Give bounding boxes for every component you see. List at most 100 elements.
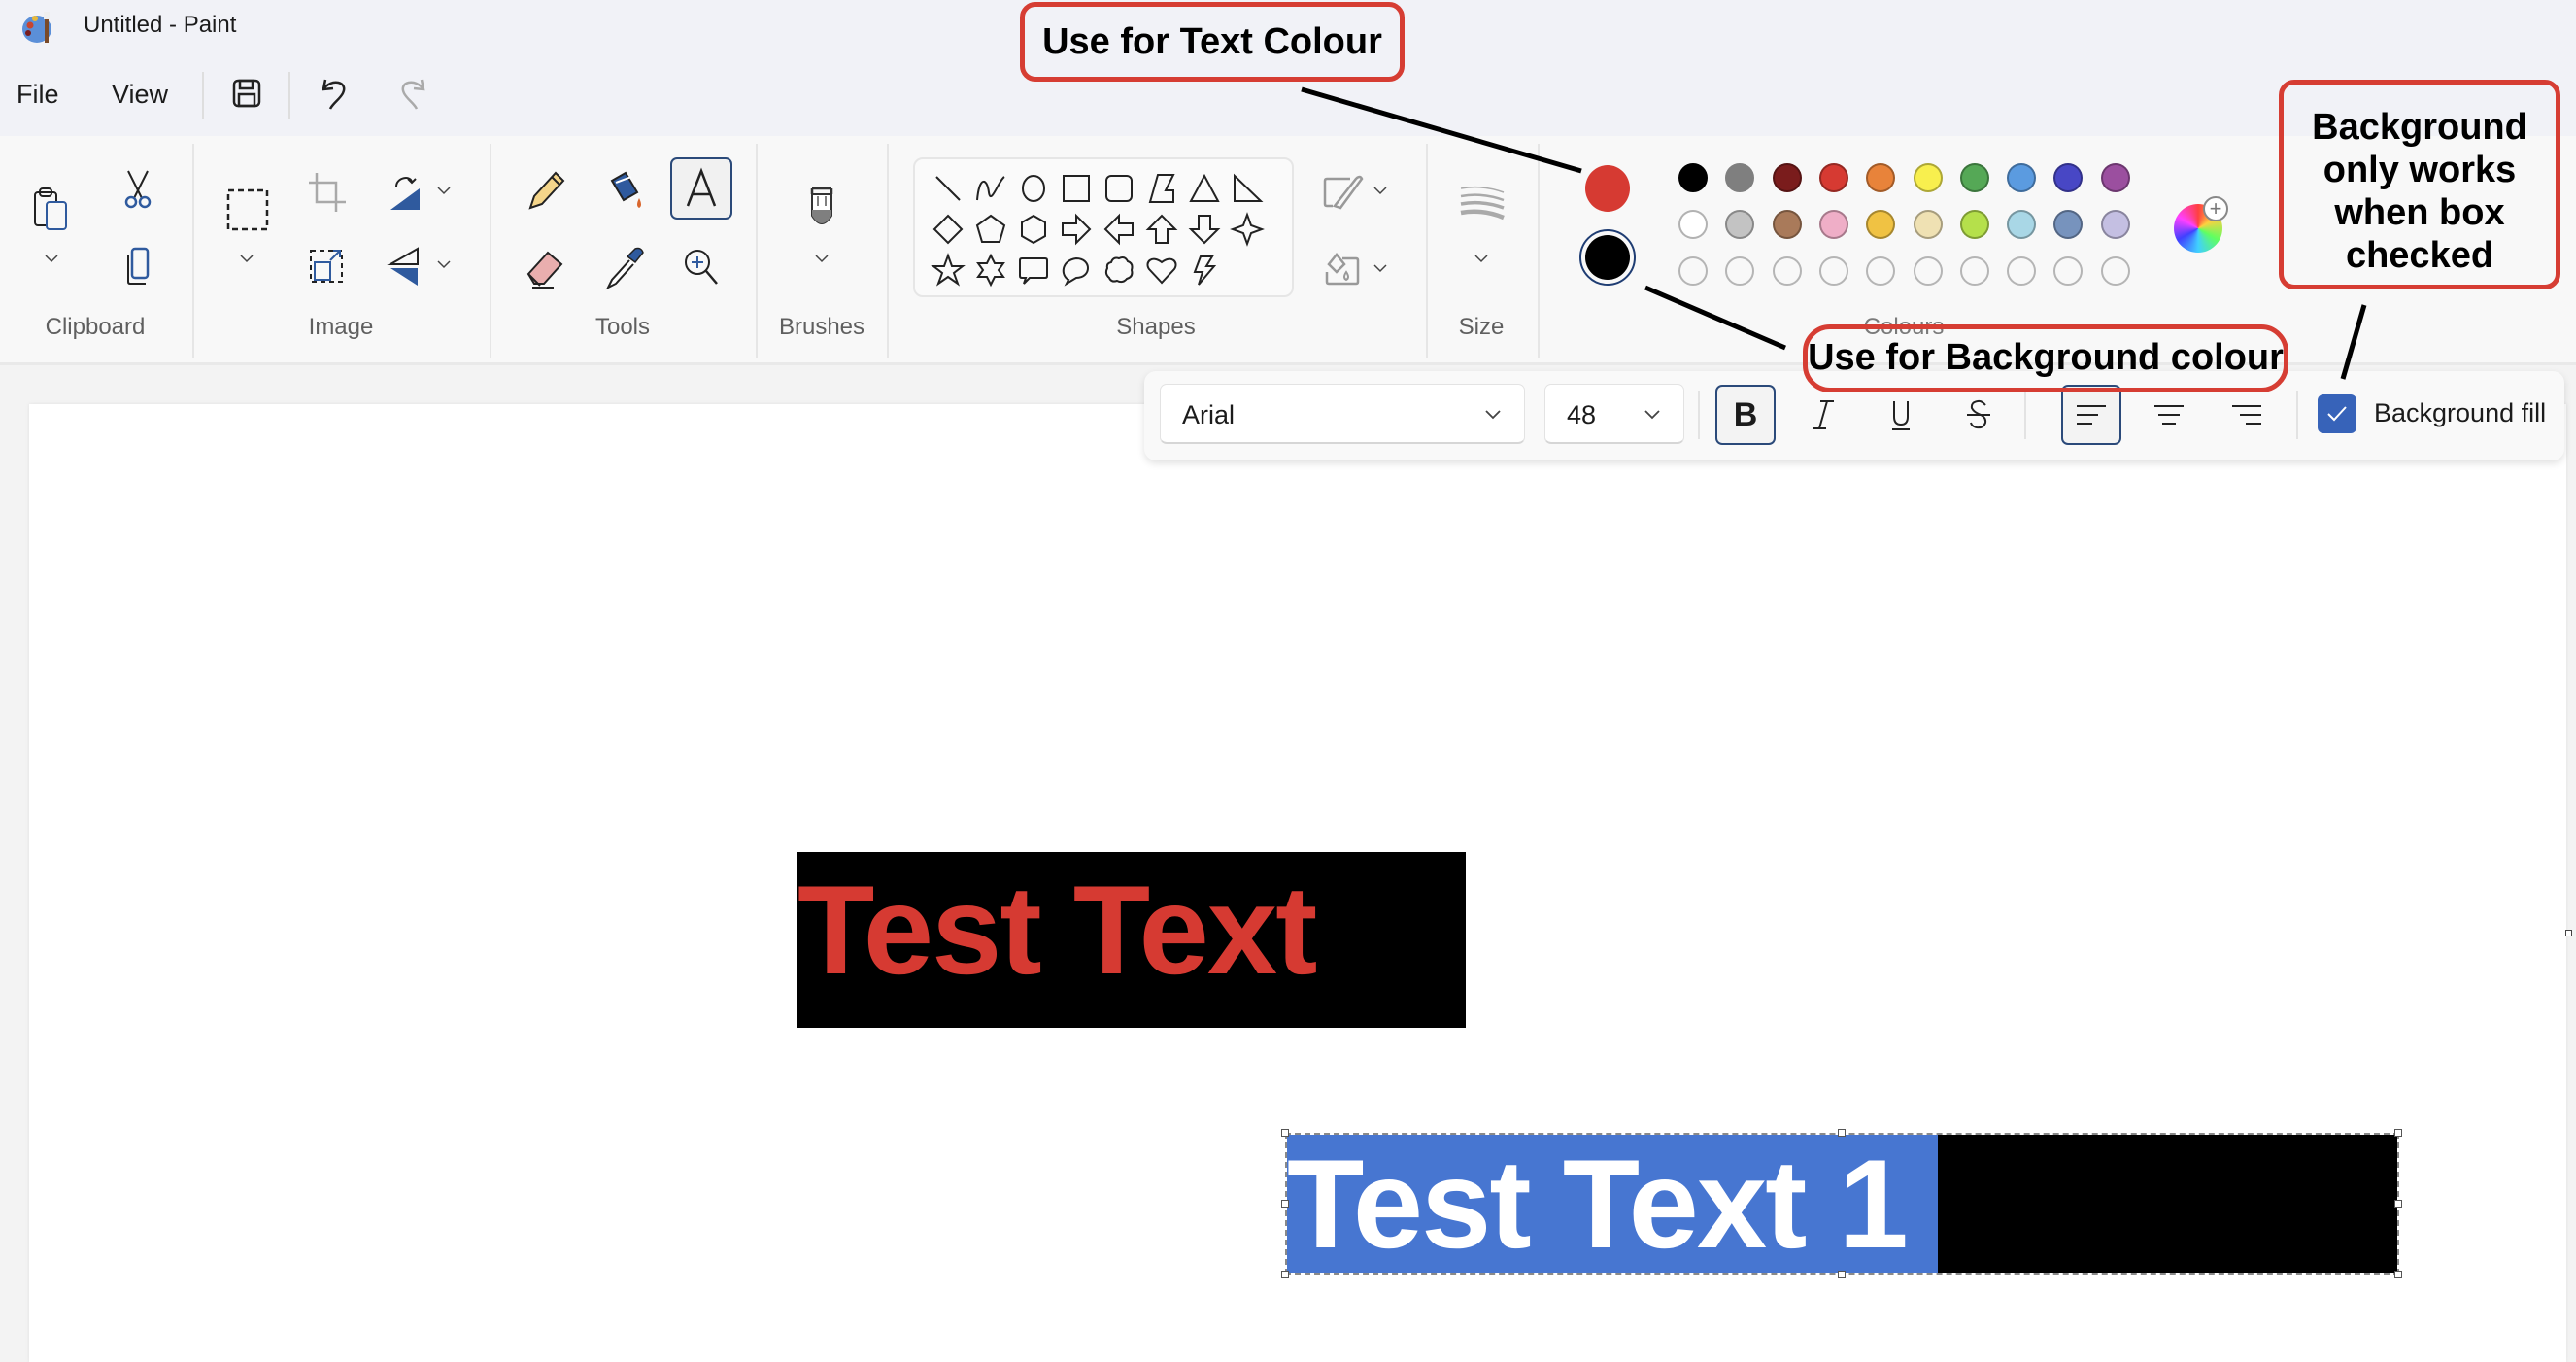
text-object-1[interactable]: Test Text <box>797 852 1317 1007</box>
custom-colour-slot[interactable] <box>1866 256 1896 286</box>
palette-swatch[interactable] <box>1913 163 1943 192</box>
palette-swatch[interactable] <box>1818 163 1848 192</box>
primary-colour[interactable] <box>1585 165 1630 212</box>
palette-swatch[interactable] <box>2100 163 2130 192</box>
strikethrough-button[interactable] <box>1949 385 2009 445</box>
palette-swatch[interactable] <box>1959 210 1989 239</box>
selection-handle[interactable] <box>1838 1271 1846 1278</box>
size-chevron-icon[interactable] <box>1473 253 1490 264</box>
selection-handle[interactable] <box>1281 1271 1289 1278</box>
shape-oval-icon[interactable] <box>1016 171 1051 206</box>
canvas-resize-handle[interactable] <box>2565 930 2572 936</box>
eraser-icon[interactable] <box>521 243 571 293</box>
shape-cloud-callout-icon[interactable] <box>1102 253 1136 288</box>
size-icon[interactable] <box>1457 181 1508 231</box>
edit-colours-button[interactable]: + <box>2174 196 2228 253</box>
shape-six-point-star-icon[interactable] <box>973 253 1008 288</box>
underline-button[interactable] <box>1871 385 1931 445</box>
palette-swatch[interactable] <box>1678 163 1708 192</box>
redo-icon[interactable] <box>390 72 433 115</box>
align-right-button[interactable] <box>2217 385 2277 445</box>
shape-hexagon-icon[interactable] <box>1016 212 1051 247</box>
shape-rectangular-callout-icon[interactable] <box>1016 253 1051 288</box>
palette-swatch[interactable] <box>2007 210 2037 239</box>
shape-up-arrow-icon[interactable] <box>1144 212 1179 247</box>
flip-icon[interactable] <box>383 243 433 293</box>
fill-bucket-icon[interactable] <box>598 165 649 216</box>
align-center-button[interactable] <box>2139 385 2199 445</box>
cut-icon[interactable] <box>113 165 163 216</box>
palette-swatch[interactable] <box>2100 210 2130 239</box>
selection-handle[interactable] <box>1281 1200 1289 1208</box>
selection-handle[interactable] <box>2394 1129 2402 1137</box>
selection-handle[interactable] <box>1838 1129 1846 1137</box>
shape-four-point-star-icon[interactable] <box>1230 212 1265 247</box>
selection-handle[interactable] <box>2394 1271 2402 1278</box>
custom-colour-slot[interactable] <box>1959 256 1989 286</box>
paste-icon[interactable] <box>27 183 78 233</box>
copy-icon[interactable] <box>113 241 163 291</box>
select-chevron-icon[interactable] <box>238 253 255 264</box>
pencil-icon[interactable] <box>521 165 571 216</box>
shape-diamond-icon[interactable] <box>931 212 966 247</box>
shape-curve-icon[interactable] <box>973 171 1008 206</box>
shape-lightning-icon[interactable] <box>1187 253 1222 288</box>
custom-colour-slot[interactable] <box>1772 256 1802 286</box>
crop-icon[interactable] <box>301 167 352 218</box>
palette-swatch[interactable] <box>2007 163 2037 192</box>
shape-fill-icon[interactable] <box>1321 245 1372 295</box>
bold-button[interactable]: B <box>1715 385 1776 445</box>
font-family-dropdown[interactable]: Arial <box>1160 384 1525 444</box>
custom-colour-slot[interactable] <box>1818 256 1848 286</box>
align-left-button[interactable] <box>2061 385 2121 445</box>
shape-outline-icon[interactable] <box>1321 167 1372 218</box>
rotate-chevron-icon[interactable] <box>435 185 453 196</box>
shape-heart-icon[interactable] <box>1144 253 1179 288</box>
select-icon[interactable] <box>222 183 273 233</box>
custom-colour-slot[interactable] <box>1913 256 1943 286</box>
palette-swatch[interactable] <box>1772 163 1802 192</box>
flip-chevron-icon[interactable] <box>435 258 453 270</box>
custom-colour-slot[interactable] <box>1678 256 1708 286</box>
italic-button[interactable] <box>1793 385 1853 445</box>
save-icon[interactable] <box>225 72 268 115</box>
shape-oval-callout-icon[interactable] <box>1059 253 1094 288</box>
shape-rectangle-icon[interactable] <box>1059 171 1094 206</box>
shape-rounded-rectangle-icon[interactable] <box>1102 171 1136 206</box>
outline-chevron-icon[interactable] <box>1372 185 1389 196</box>
shape-right-triangle-icon[interactable] <box>1230 171 1265 206</box>
shape-polygon-icon[interactable] <box>1144 171 1179 206</box>
fill-chevron-icon[interactable] <box>1372 262 1389 274</box>
selection-handle[interactable] <box>1281 1129 1289 1137</box>
brush-icon[interactable] <box>797 183 847 233</box>
shape-line-icon[interactable] <box>931 171 966 206</box>
custom-colour-slot[interactable] <box>2007 256 2037 286</box>
font-size-dropdown[interactable]: 48 <box>1544 384 1684 444</box>
shape-down-arrow-icon[interactable] <box>1187 212 1222 247</box>
selection-handle[interactable] <box>2394 1200 2402 1208</box>
palette-swatch[interactable] <box>1913 210 1943 239</box>
shape-right-arrow-icon[interactable] <box>1059 212 1094 247</box>
palette-swatch[interactable] <box>1678 210 1708 239</box>
background-fill-checkbox[interactable] <box>2318 394 2356 433</box>
shape-left-arrow-icon[interactable] <box>1102 212 1136 247</box>
secondary-colour-ring[interactable] <box>1579 229 1636 286</box>
shape-triangle-icon[interactable] <box>1187 171 1222 206</box>
palette-swatch[interactable] <box>1772 210 1802 239</box>
palette-swatch[interactable] <box>1818 210 1848 239</box>
brushes-chevron-icon[interactable] <box>813 253 830 264</box>
magnifier-icon[interactable] <box>676 243 727 293</box>
resize-icon[interactable] <box>301 241 352 291</box>
shape-five-point-star-icon[interactable] <box>931 253 966 288</box>
colour-picker-icon[interactable] <box>598 243 649 293</box>
shape-pentagon-icon[interactable] <box>973 212 1008 247</box>
custom-colour-slot[interactable] <box>2100 256 2130 286</box>
text-tool-button[interactable] <box>670 157 732 220</box>
palette-swatch[interactable] <box>1959 163 1989 192</box>
menu-file[interactable]: File <box>17 80 59 110</box>
undo-icon[interactable] <box>314 72 356 115</box>
palette-swatch[interactable] <box>1866 163 1896 192</box>
rotate-icon[interactable] <box>383 169 433 220</box>
paste-chevron-icon[interactable] <box>43 253 60 264</box>
text-selection-box[interactable] <box>1285 1133 2399 1275</box>
